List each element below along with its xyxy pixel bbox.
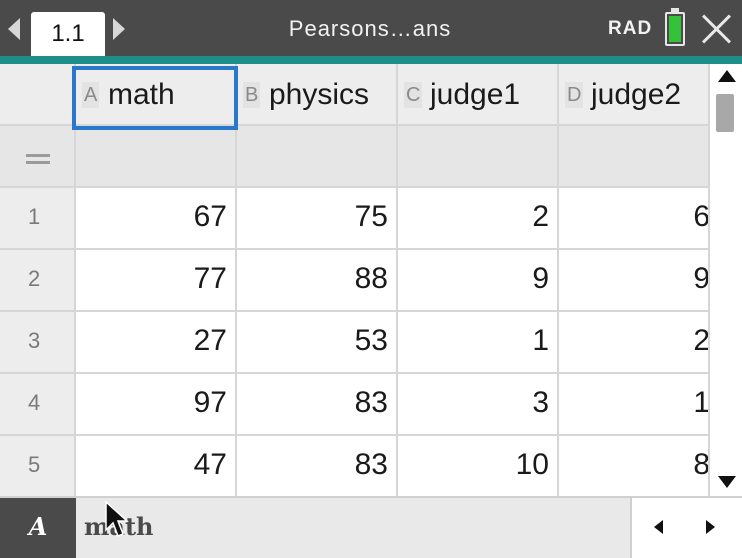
title-accent-line <box>0 56 742 64</box>
table-cell[interactable]: 9 <box>559 250 708 312</box>
row-header[interactable]: 5 <box>0 436 76 496</box>
spreadsheet-grid: A math B physics C judge1 D judge2 1 67 … <box>0 64 708 496</box>
title-bar: 1.1 Pearsons…ans RAD <box>0 0 742 62</box>
table-cell[interactable]: 2 <box>559 312 708 374</box>
nav-right-icon[interactable] <box>113 18 125 40</box>
nav-left-icon[interactable] <box>8 18 20 40</box>
table-cell[interactable]: 83 <box>237 436 398 496</box>
entry-prev-icon[interactable] <box>654 520 663 534</box>
table-cell[interactable]: 67 <box>76 188 237 250</box>
formula-cell-a[interactable] <box>76 126 237 188</box>
column-letter: C <box>404 82 423 108</box>
row-header[interactable]: 1 <box>0 188 76 250</box>
document-title: Pearsons…ans <box>288 16 452 41</box>
battery-icon <box>665 8 685 46</box>
column-header-c[interactable]: C judge1 <box>398 64 559 126</box>
table-cell[interactable]: 1 <box>559 374 708 436</box>
table-cell[interactable]: 2 <box>398 188 559 250</box>
table-cell[interactable]: 8 <box>559 436 708 496</box>
table-cell[interactable]: 9 <box>398 250 559 312</box>
vertical-scrollbar[interactable] <box>708 64 742 496</box>
entry-navigation <box>630 498 742 558</box>
table-cell[interactable]: 27 <box>76 312 237 374</box>
formula-cell-b[interactable] <box>237 126 398 188</box>
column-name: judge2 <box>591 78 682 111</box>
entry-input[interactable]: math <box>76 498 630 558</box>
scroll-down-icon[interactable] <box>718 476 736 488</box>
table-cell[interactable]: 6 <box>559 188 708 250</box>
row-header[interactable]: 3 <box>0 312 76 374</box>
column-name: physics <box>269 78 370 111</box>
table-cell[interactable]: 47 <box>76 436 237 496</box>
table-cell[interactable]: 3 <box>398 374 559 436</box>
entry-cell-label: A <box>0 498 76 558</box>
row-header[interactable]: 2 <box>0 250 76 312</box>
table-cell[interactable]: 88 <box>237 250 398 312</box>
column-letter: D <box>565 82 584 108</box>
table-cell[interactable]: 97 <box>76 374 237 436</box>
formula-cell-d[interactable] <box>559 126 708 188</box>
column-letter: B <box>243 82 261 108</box>
mouse-pointer-icon <box>105 500 129 537</box>
equals-icon <box>26 154 50 164</box>
row-header[interactable]: 4 <box>0 374 76 436</box>
table-cell[interactable]: 53 <box>237 312 398 374</box>
entry-next-icon[interactable] <box>706 520 715 534</box>
scrollbar-thumb[interactable] <box>716 94 734 132</box>
column-header-d[interactable]: D judge2 <box>559 64 708 126</box>
table-cell[interactable]: 75 <box>237 188 398 250</box>
column-name: judge1 <box>430 78 521 111</box>
formula-row-header <box>0 126 76 188</box>
angle-mode-indicator: RAD <box>608 18 653 39</box>
scroll-up-icon[interactable] <box>718 70 736 82</box>
table-cell[interactable]: 77 <box>76 250 237 312</box>
table-cell[interactable]: 1 <box>398 312 559 374</box>
column-header-b[interactable]: B physics <box>237 64 398 126</box>
close-icon[interactable] <box>699 8 735 48</box>
table-cell[interactable]: 83 <box>237 374 398 436</box>
selected-cell-outline <box>72 66 238 130</box>
table-cell[interactable]: 10 <box>398 436 559 496</box>
corner-cell <box>0 64 76 126</box>
formula-cell-c[interactable] <box>398 126 559 188</box>
tab-page-1-1[interactable]: 1.1 <box>31 12 105 62</box>
